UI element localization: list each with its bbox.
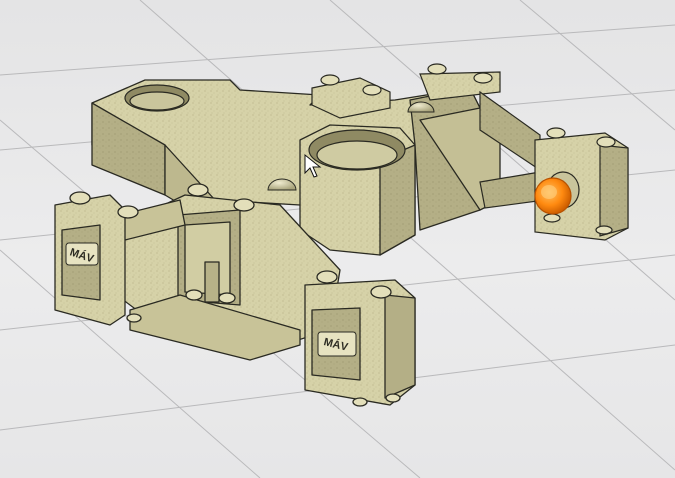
right-axlebox-plate: MÁV <box>317 331 357 357</box>
3d-viewport[interactable]: MÁV MÁV <box>0 0 675 478</box>
scene-svg[interactable]: MÁV MÁV <box>0 0 675 478</box>
left-axlebox-plate: MÁV <box>65 242 99 266</box>
